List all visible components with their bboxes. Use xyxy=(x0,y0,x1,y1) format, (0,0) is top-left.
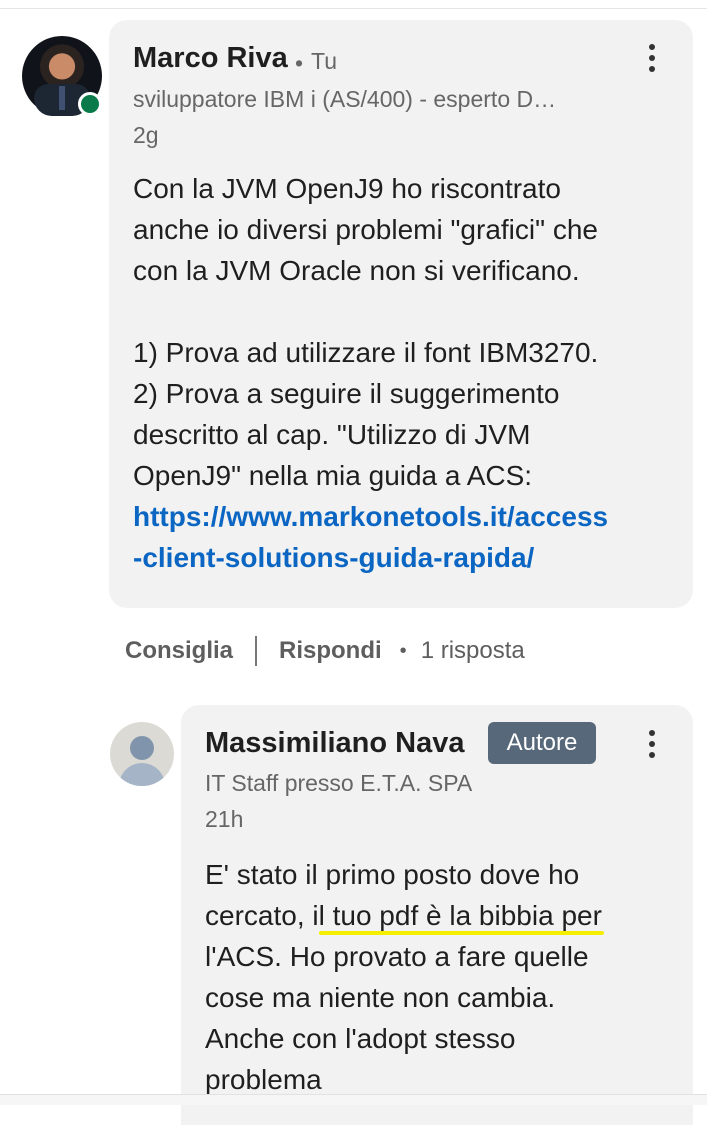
guide-link[interactable]: https://www.markonetools.it/access xyxy=(133,496,608,537)
author-badge: Autore xyxy=(488,722,596,764)
online-status-icon xyxy=(78,92,102,116)
comment-line: anche io diversi problemi "grafici" che xyxy=(133,214,598,245)
top-divider xyxy=(0,8,707,9)
connection-degree: Tu xyxy=(311,48,337,74)
reply-author-headline: IT Staff presso E.T.A. SPA xyxy=(205,770,473,796)
reply-timestamp: 21h xyxy=(205,806,244,832)
action-divider xyxy=(255,636,258,666)
guide-link[interactable]: -client-solutions-guida-rapida/ xyxy=(133,537,534,578)
avatar-shoulders xyxy=(119,763,165,786)
comment-line: OpenJ9" nella mia guida a ACS: xyxy=(133,460,533,491)
more-vertical-icon[interactable] xyxy=(644,730,660,766)
comment-line: 1) Prova ad utilizzare il font IBM3270. xyxy=(133,337,599,368)
author-headline: sviluppatore IBM i (AS/400) - esperto D… xyxy=(133,86,557,112)
reply-line: l'ACS. Ho provato a fare quelle xyxy=(205,941,589,972)
reply-line: E' stato il primo posto dove ho xyxy=(205,859,580,890)
avatar-head xyxy=(130,736,154,760)
comment-timestamp: 2g xyxy=(133,122,159,148)
comment-line: descritto al cap. "Utilizzo di JVM xyxy=(133,419,531,450)
reply-line: cercato, il tuo pdf è la bibbia per xyxy=(205,900,602,931)
more-vertical-icon[interactable] xyxy=(644,44,660,80)
replies-count-link[interactable]: 1 risposta xyxy=(421,637,525,665)
like-button[interactable]: Consiglia xyxy=(125,637,233,665)
actions-separator: • xyxy=(399,639,407,662)
degree-separator: • xyxy=(295,50,304,76)
reply-author-name[interactable]: Massimiliano Nava xyxy=(205,727,465,760)
reply-button[interactable]: Rispondi xyxy=(279,637,382,665)
comment-author-name[interactable]: Marco Riva xyxy=(133,42,288,75)
comment-line: con la JVM Oracle non si verificano. xyxy=(133,255,580,286)
bottom-edge xyxy=(0,1094,707,1105)
reply-line: Anche con l'adopt stesso xyxy=(205,1023,516,1054)
reply-line: cose ma niente non cambia. xyxy=(205,982,556,1013)
comment-line: 2) Prova a seguire il suggerimento xyxy=(133,378,560,409)
text-highlight-underline xyxy=(319,931,604,935)
avatar-tie xyxy=(59,86,65,110)
comment-line: Con la JVM OpenJ9 ho riscontrato xyxy=(133,173,561,204)
avatar-placeholder-icon[interactable] xyxy=(110,722,174,786)
comment-actions: Consiglia Rispondi • 1 risposta xyxy=(125,634,525,668)
